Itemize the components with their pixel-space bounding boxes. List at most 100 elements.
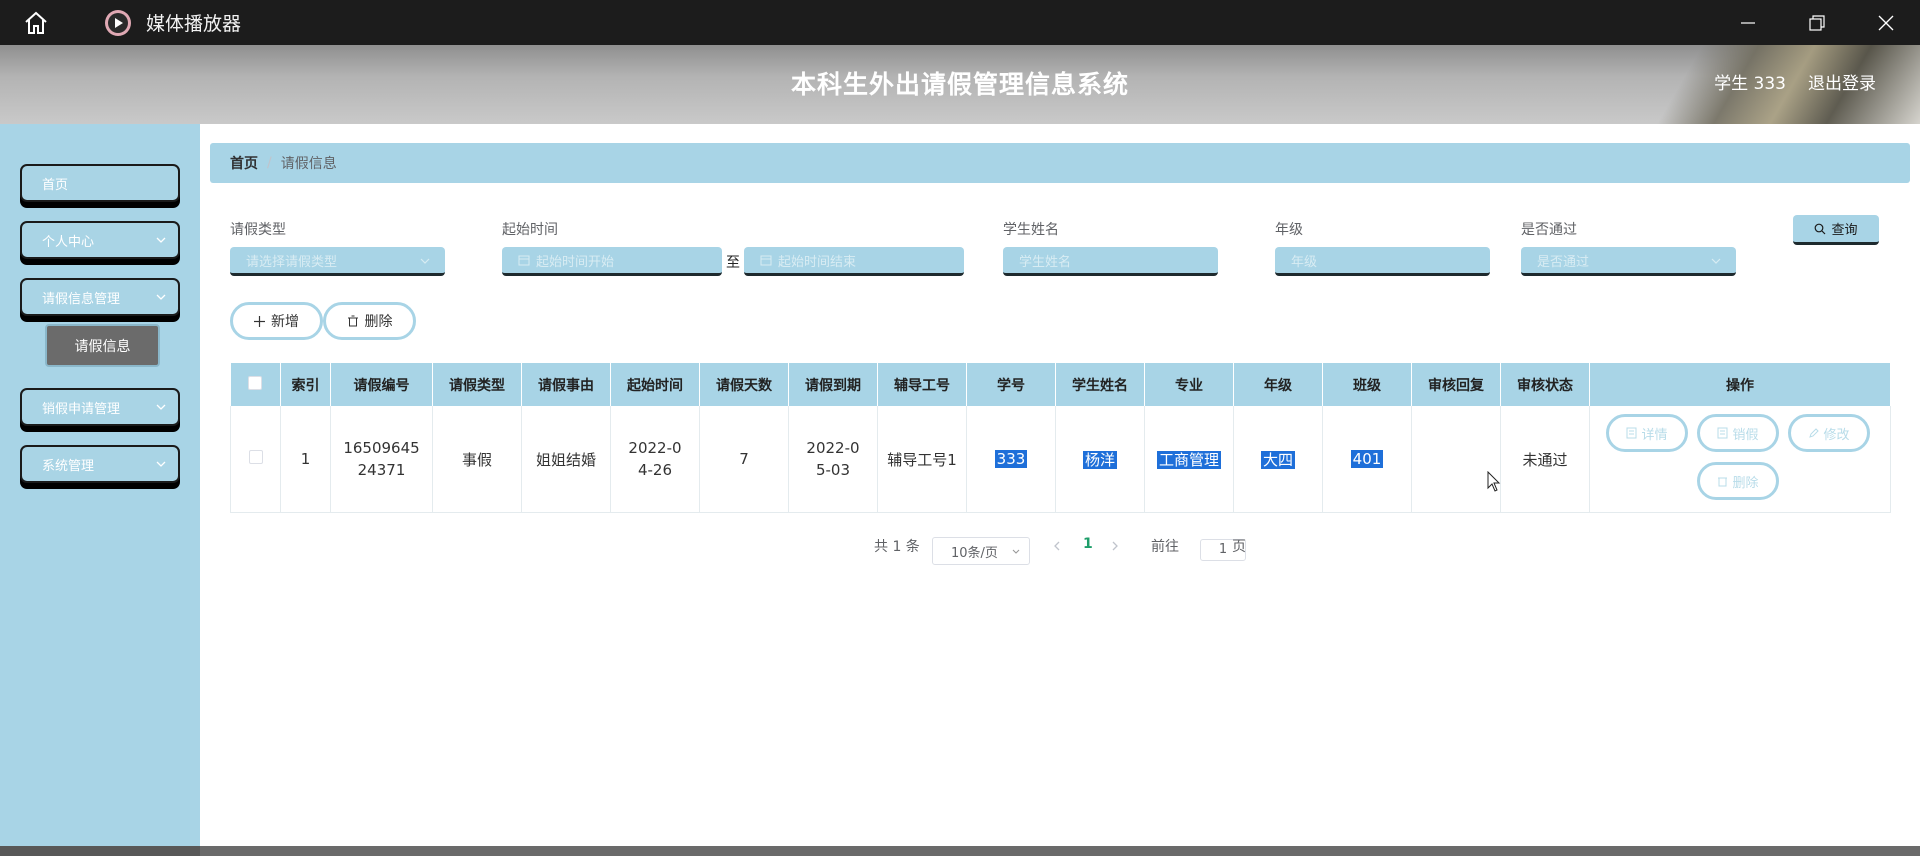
current-user: 学生 333	[1714, 74, 1786, 94]
sidebar-subitem-leave-info[interactable]: 请假信息	[45, 324, 160, 367]
sidebar-subitem-label: 请假信息	[74, 338, 131, 355]
approved-label: 是否通过	[1521, 222, 1577, 238]
cell-name: 杨洋	[1055, 406, 1145, 513]
name-text: 杨洋	[1082, 450, 1117, 469]
plus-icon	[254, 315, 265, 327]
current-page[interactable]: 1	[1083, 536, 1093, 552]
table-header-row: 索引 请假编号 请假类型 请假事由 起始时间 请假天数 请假到期 辅导工号 学号…	[230, 363, 1891, 406]
add-button[interactable]: 新增	[230, 302, 323, 340]
column-header: 学生姓名	[1055, 363, 1145, 406]
leave-table: 索引 请假编号 请假类型 请假事由 起始时间 请假天数 请假到期 辅导工号 学号…	[230, 363, 1891, 513]
pagination-total: 共 1 条	[874, 539, 920, 555]
cell-grade: 大四	[1233, 406, 1323, 513]
student-no-text: 333	[994, 450, 1028, 468]
delete-button[interactable]: 删除	[323, 302, 416, 340]
cell-reply	[1411, 406, 1501, 513]
page-size-select[interactable]: 10条/页	[932, 537, 1030, 565]
student-name-placeholder: 学生姓名	[1019, 254, 1072, 270]
chevron-down-icon	[1711, 258, 1721, 264]
sidebar-item-personal-center[interactable]: 个人中心	[20, 221, 180, 259]
detail-button[interactable]: 详情	[1606, 414, 1688, 452]
calendar-icon	[518, 255, 530, 266]
logout-link[interactable]: 退出登录	[1808, 45, 1876, 124]
row-delete-button[interactable]: 删除	[1697, 462, 1779, 500]
sidebar-item-home[interactable]: 首页	[20, 164, 180, 202]
breadcrumb-current: 请假信息	[280, 156, 337, 172]
select-all-cell	[230, 363, 281, 406]
cell-reason: 姐姐结婚	[521, 406, 611, 513]
query-button-label: 查询	[1831, 223, 1858, 238]
cell-advisor: 辅导工号1	[877, 406, 967, 513]
sidebar-item-label: 销假申请管理	[42, 401, 121, 417]
column-header: 索引	[280, 363, 331, 406]
student-name-input[interactable]: 学生姓名	[1003, 247, 1218, 276]
cell-leave-type: 事假	[432, 406, 522, 513]
grade-placeholder: 年级	[1291, 254, 1318, 270]
column-header: 学号	[966, 363, 1056, 406]
start-time-label: 起始时间	[502, 222, 558, 238]
start-time-from-input[interactable]: 起始时间开始	[502, 247, 722, 276]
column-header: 辅导工号	[877, 363, 967, 406]
start-time-from-placeholder: 起始时间开始	[536, 254, 615, 270]
next-page-icon[interactable]	[1110, 538, 1120, 557]
column-header: 审核回复	[1411, 363, 1501, 406]
column-header: 班级	[1322, 363, 1412, 406]
leave-type-select[interactable]: 请选择请假类型	[230, 247, 445, 276]
query-button[interactable]: 查询	[1793, 215, 1879, 245]
cell-major: 工商管理	[1144, 406, 1234, 513]
bottom-bar	[0, 846, 1920, 856]
trash-icon	[347, 315, 358, 327]
sidebar: 首页 个人中心 请假信息管理 请假信息 销假申请管理 系统管理	[0, 124, 200, 856]
cell-operations: 详情 销假 修改 删除	[1589, 406, 1891, 513]
start-time-to-placeholder: 起始时间结束	[778, 254, 857, 270]
select-all-checkbox[interactable]	[248, 375, 263, 390]
column-header: 请假事由	[521, 363, 611, 406]
cell-student-no: 333	[966, 406, 1056, 513]
home-icon[interactable]	[18, 5, 54, 41]
row-checkbox[interactable]	[248, 450, 263, 464]
prev-page-icon[interactable]	[1052, 538, 1062, 557]
sidebar-item-label: 首页	[42, 177, 69, 193]
chevron-down-icon	[156, 404, 166, 410]
row-delete-button-label: 删除	[1732, 475, 1759, 491]
breadcrumb-separator: /	[267, 155, 272, 171]
row-select-cell	[230, 406, 281, 513]
document-icon	[1717, 427, 1728, 439]
cancel-leave-button[interactable]: 销假	[1697, 414, 1779, 452]
sidebar-item-cancel-leave[interactable]: 销假申请管理	[20, 388, 180, 426]
edit-button[interactable]: 修改	[1788, 414, 1870, 452]
approved-placeholder: 是否通过	[1537, 254, 1590, 270]
table-row: 1 1650964524371 事假 姐姐结婚 2022-04-26 7 202…	[230, 406, 1891, 513]
breadcrumb-home[interactable]: 首页	[230, 153, 258, 173]
student-name-label: 学生姓名	[1003, 222, 1059, 238]
column-header: 审核状态	[1500, 363, 1590, 406]
calendar-icon	[760, 255, 772, 266]
restore-icon[interactable]	[1782, 0, 1851, 45]
page-suffix: 页	[1232, 539, 1246, 555]
pencil-icon	[1809, 428, 1820, 438]
document-icon	[1626, 427, 1637, 439]
column-header: 请假到期	[788, 363, 878, 406]
chevron-down-icon	[420, 258, 430, 264]
sidebar-item-system[interactable]: 系统管理	[20, 445, 180, 483]
column-header: 请假编号	[330, 363, 433, 406]
grade-label: 年级	[1275, 222, 1303, 238]
app-title: 媒体播放器	[146, 13, 242, 35]
range-separator: 至	[726, 255, 740, 271]
cell-class: 401	[1322, 406, 1412, 513]
cell-leave-no: 1650964524371	[330, 406, 433, 513]
expire-text: 2022-05-03	[806, 439, 860, 479]
cell-status: 未通过	[1500, 406, 1590, 513]
major-text: 工商管理	[1156, 450, 1221, 469]
sidebar-item-leave-management[interactable]: 请假信息管理	[20, 278, 180, 316]
start-time-to-input[interactable]: 起始时间结束	[744, 247, 964, 276]
grade-input[interactable]: 年级	[1275, 247, 1490, 276]
column-header: 年级	[1233, 363, 1323, 406]
media-player-icon	[104, 9, 132, 37]
leave-no-text: 1650964524371	[343, 439, 420, 479]
column-header: 操作	[1589, 363, 1891, 406]
approved-select[interactable]: 是否通过	[1521, 247, 1736, 276]
minimize-icon[interactable]	[1713, 0, 1782, 45]
chevron-down-icon	[156, 237, 166, 243]
close-icon[interactable]	[1851, 0, 1920, 45]
